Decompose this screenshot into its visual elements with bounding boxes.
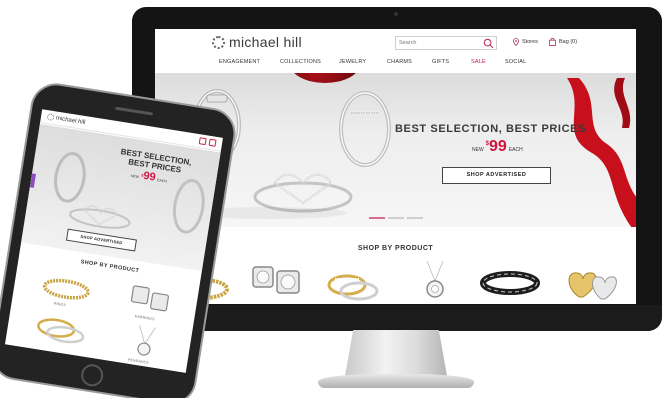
carousel-indicators: [369, 217, 426, 219]
bag-label: Bag (0): [559, 39, 578, 45]
nav-engagement[interactable]: ENGAGEMENT: [219, 59, 260, 65]
stores-label: Stores: [522, 39, 538, 45]
brand-logo[interactable]: michael hill: [212, 34, 302, 50]
mobile-brand-logo[interactable]: michael hill: [46, 113, 86, 126]
price-suffix: EACH: [508, 147, 523, 153]
nav-charms[interactable]: CHARMS: [387, 59, 412, 65]
mobile-category-earrings[interactable]: EARRINGS: [135, 314, 155, 321]
wedding-ring-set-icon[interactable]: [323, 261, 383, 304]
nav-sale[interactable]: SALE: [471, 59, 486, 65]
main-navigation: ENGAGEMENT COLLECTIONS JEWELRY CHARMS GI…: [155, 59, 636, 71]
price-prefix: NEW: [130, 173, 140, 180]
mobile-category-rings[interactable]: RINGS: [54, 301, 67, 307]
hero-price: NEW $ 99 EACH: [472, 139, 523, 155]
diamond-stud-earrings-icon[interactable]: [247, 261, 307, 304]
product-row: [155, 261, 636, 304]
nav-social[interactable]: SOCIAL: [505, 59, 526, 65]
shop-by-product-title: SHOP BY PRODUCT: [357, 245, 434, 252]
monitor-stand-neck: [345, 330, 447, 376]
bag-icon[interactable]: [208, 138, 217, 147]
logo-mark-icon: [212, 35, 225, 49]
wedding-ring-set-icon[interactable]: [28, 310, 92, 349]
carousel-dot[interactable]: [407, 217, 423, 219]
mobile-screen: michael hill BEST SELECTION, BEST PRICES…: [4, 109, 223, 373]
black-link-bracelet-icon[interactable]: [480, 261, 540, 304]
brand-name: michael hill: [229, 34, 302, 50]
site-header: michael hill Stores Bag (0): [155, 29, 636, 57]
price-value: 99: [142, 169, 157, 184]
shopping-bag-icon: [549, 38, 556, 46]
location-pin-icon: [513, 38, 519, 46]
search-box: [395, 36, 497, 50]
price-value: 99: [489, 138, 507, 155]
logo-mark-icon: [46, 113, 55, 122]
stores-link[interactable]: Stores: [513, 38, 538, 46]
mobile-phone: michael hill BEST SELECTION, BEST PRICES…: [0, 79, 240, 398]
search-icon[interactable]: [483, 38, 494, 49]
camera-dot: [394, 12, 398, 16]
shop-advertised-button[interactable]: SHOP ADVERTISED: [442, 167, 551, 184]
diamond-stud-earrings-icon[interactable]: [124, 281, 178, 318]
diamond-pendant-icon[interactable]: [405, 261, 465, 304]
mobile-category-pendants[interactable]: PENDANTS: [128, 358, 149, 365]
bag-link[interactable]: Bag (0): [549, 38, 577, 46]
nav-gifts[interactable]: GIFTS: [432, 59, 449, 65]
search-input[interactable]: [396, 37, 480, 49]
red-ribbon-image: [567, 78, 636, 227]
hero-title: BEST SELECTION, BEST PRICES: [395, 123, 587, 135]
monitor-stand-base: [318, 374, 474, 388]
price-prefix: NEW: [472, 147, 484, 153]
stores-icon[interactable]: [198, 137, 207, 146]
diamond-pendant-icon[interactable]: [123, 323, 168, 361]
mobile-brand-name: michael hill: [55, 114, 86, 126]
nav-collections[interactable]: COLLECTIONS: [280, 59, 321, 65]
heart-earrings-icon[interactable]: [563, 261, 623, 304]
carousel-dot[interactable]: [369, 217, 385, 219]
carousel-dot[interactable]: [388, 217, 404, 219]
price-suffix: EACH: [156, 178, 168, 184]
nav-jewelry[interactable]: JEWELRY: [339, 59, 366, 65]
gold-bead-ring-icon[interactable]: [35, 269, 99, 308]
mobile-header-icons: [196, 137, 217, 147]
